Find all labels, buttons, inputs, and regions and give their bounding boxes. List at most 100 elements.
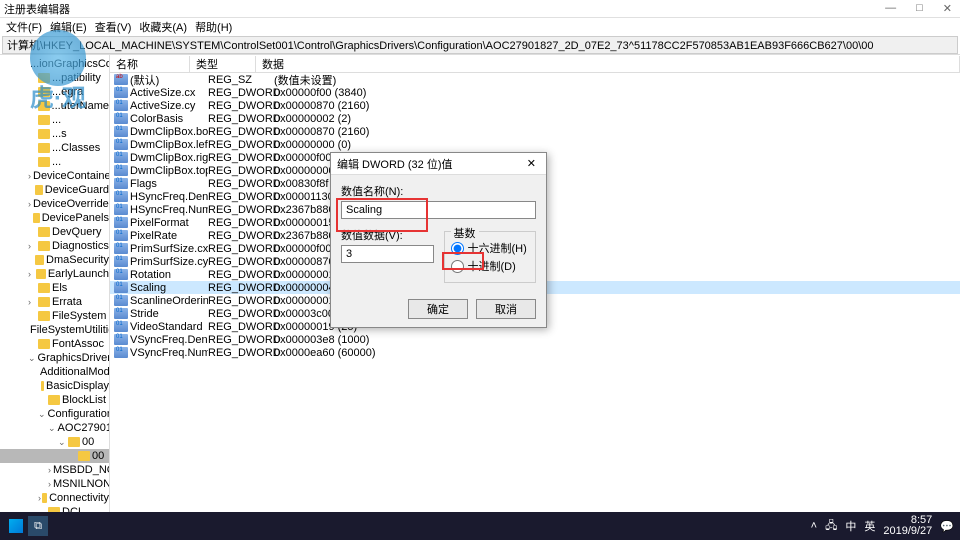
- row-type: REG_DWORD: [208, 126, 274, 138]
- tree-label: DeviceGuard: [45, 184, 109, 196]
- notification-icon[interactable]: 💬: [940, 520, 954, 533]
- expand-icon[interactable]: ⌄: [58, 437, 68, 448]
- tree-item[interactable]: FontAssoc: [0, 337, 109, 351]
- list-row[interactable]: VSyncFreq.DenominatorREG_DWORD0x000003e8…: [110, 333, 960, 346]
- tree-label: FileSystemUtilities: [30, 324, 110, 336]
- tree-item[interactable]: DevicePanels: [0, 211, 109, 225]
- list-row[interactable]: VSyncFreq.NumeratorREG_DWORD0x0000ea60 (…: [110, 346, 960, 359]
- list-row[interactable]: DwmClipBox.bottomREG_DWORD0x00000870 (21…: [110, 125, 960, 138]
- expand-icon[interactable]: ⌄: [48, 423, 56, 434]
- folder-icon: [38, 143, 50, 153]
- expand-icon[interactable]: ›: [28, 199, 31, 209]
- menu-help[interactable]: 帮助(H): [191, 19, 236, 35]
- radix-dec-radio[interactable]: 十进制(D): [451, 258, 530, 274]
- tree-item[interactable]: ⌄00: [0, 435, 109, 449]
- menu-file[interactable]: 文件(F): [2, 19, 46, 35]
- expand-icon[interactable]: ›: [48, 465, 51, 475]
- minimize-button[interactable]: —: [881, 2, 900, 15]
- tree-item[interactable]: DmaSecurity: [0, 253, 109, 267]
- tree-item[interactable]: AdditionalModeLists: [0, 365, 109, 379]
- network-icon[interactable]: 🖧: [825, 517, 837, 536]
- taskbar-right: ˄ 🖧 中 英 8:57 2019/9/27 💬: [811, 515, 954, 537]
- col-name[interactable]: 名称: [110, 56, 190, 72]
- radix-hex-radio[interactable]: 十六进制(H): [451, 240, 530, 256]
- tree-item[interactable]: BasicDisplay: [0, 379, 109, 393]
- menu-favorites[interactable]: 收藏夹(A): [135, 19, 191, 35]
- maximize-button[interactable]: □: [912, 2, 927, 15]
- tree-item[interactable]: ›Errata: [0, 295, 109, 309]
- expand-icon[interactable]: ›: [28, 269, 36, 279]
- row-data: 0x00000870 (2160): [274, 126, 960, 138]
- tree-item[interactable]: 00: [0, 449, 109, 463]
- tree-item[interactable]: ...ionGraphicsContext: [0, 57, 109, 71]
- list-row[interactable]: (默认)REG_SZ(数值未设置): [110, 73, 960, 86]
- expand-icon[interactable]: ⌄: [38, 409, 46, 420]
- menu-view[interactable]: 查看(V): [91, 19, 136, 35]
- tree-item[interactable]: ...: [0, 113, 109, 127]
- tree-item[interactable]: ⌄AOC27901827_2D...: [0, 421, 109, 435]
- tree-item[interactable]: ›MSNILNONPNP...: [0, 477, 109, 491]
- tree-item[interactable]: ›MSBDD_NONPNP...: [0, 463, 109, 477]
- cancel-button[interactable]: 取消: [476, 299, 536, 319]
- tree-item[interactable]: ...patibility: [0, 71, 109, 85]
- tree-item[interactable]: ...egra: [0, 85, 109, 99]
- list-row[interactable]: ActiveSize.cxREG_DWORD0x00000f00 (3840): [110, 86, 960, 99]
- tree-item[interactable]: Els: [0, 281, 109, 295]
- address-bar[interactable]: 计算机\HKEY_LOCAL_MACHINE\SYSTEM\ControlSet…: [2, 36, 958, 54]
- window-controls: — □ ✕: [881, 2, 956, 15]
- tree-item[interactable]: ›Connectivity: [0, 491, 109, 505]
- dialog-body: 数值名称(N): 数值数据(V): 基数 十六进制(H) 十进制(D): [331, 175, 546, 291]
- clock[interactable]: 8:57 2019/9/27: [883, 515, 932, 537]
- tree-item[interactable]: ⌄Configuration: [0, 407, 109, 421]
- tree-item[interactable]: ⌄GraphicsDrivers: [0, 351, 109, 365]
- ok-button[interactable]: 确定: [408, 299, 468, 319]
- tree-item[interactable]: ›DeviceOverrides: [0, 197, 109, 211]
- radix-dec-input[interactable]: [451, 260, 464, 273]
- menu-edit[interactable]: 编辑(E): [46, 19, 91, 35]
- value-icon: [114, 295, 128, 306]
- folder-icon: [38, 115, 50, 125]
- tree-item[interactable]: BlockList: [0, 393, 109, 407]
- tree-item[interactable]: ›DeviceContainers: [0, 169, 109, 183]
- col-data[interactable]: 数据: [256, 56, 960, 72]
- tree-label: ...: [52, 156, 61, 168]
- list-row[interactable]: ColorBasisREG_DWORD0x00000002 (2): [110, 112, 960, 125]
- tree-item[interactable]: ...uterName: [0, 99, 109, 113]
- tree-item[interactable]: DevQuery: [0, 225, 109, 239]
- tree-item[interactable]: ...: [0, 155, 109, 169]
- tray-chevron-icon[interactable]: ˄: [811, 520, 817, 532]
- value-data-input[interactable]: [341, 245, 434, 263]
- tree-item[interactable]: ›EarlyLaunch: [0, 267, 109, 281]
- tree-pane[interactable]: ...ionGraphicsContext...patibility...egr…: [0, 55, 110, 524]
- list-header: 名称 类型 数据: [110, 55, 960, 73]
- expand-icon[interactable]: ›: [28, 297, 38, 307]
- start-button[interactable]: [6, 516, 26, 536]
- folder-icon: [78, 451, 90, 461]
- tree-item[interactable]: ...s: [0, 127, 109, 141]
- tree-item[interactable]: FileSystemUtilities: [0, 323, 109, 337]
- expand-icon[interactable]: ›: [28, 241, 38, 251]
- list-row[interactable]: ActiveSize.cyREG_DWORD0x00000870 (2160): [110, 99, 960, 112]
- tree-item[interactable]: DeviceGuard: [0, 183, 109, 197]
- tree-item[interactable]: ›Diagnostics: [0, 239, 109, 253]
- row-data: 0x00000f00 (3840): [274, 87, 960, 99]
- taskbar-app-1[interactable]: ⧉: [28, 516, 48, 536]
- expand-icon[interactable]: ⌄: [28, 353, 36, 364]
- dialog-close-button[interactable]: ✕: [523, 157, 540, 170]
- expand-icon[interactable]: ›: [28, 171, 31, 181]
- value-icon: [114, 321, 128, 332]
- radix-hex-input[interactable]: [451, 242, 464, 255]
- tree-label: MSBDD_NONPNP...: [53, 464, 110, 476]
- tree-item[interactable]: FileSystem: [0, 309, 109, 323]
- tree-item[interactable]: ...Classes: [0, 141, 109, 155]
- ime-indicator-1[interactable]: 中: [845, 518, 856, 534]
- tree-label: ...Classes: [52, 142, 100, 154]
- expand-icon[interactable]: ›: [48, 479, 51, 489]
- close-button[interactable]: ✕: [939, 2, 956, 15]
- list-row[interactable]: DwmClipBox.leftREG_DWORD0x00000000 (0): [110, 138, 960, 151]
- row-name: ActiveSize.cx: [130, 87, 208, 99]
- value-name-input[interactable]: [341, 201, 536, 219]
- col-type[interactable]: 类型: [190, 56, 256, 72]
- value-icon: [114, 334, 128, 345]
- ime-indicator-2[interactable]: 英: [864, 518, 875, 534]
